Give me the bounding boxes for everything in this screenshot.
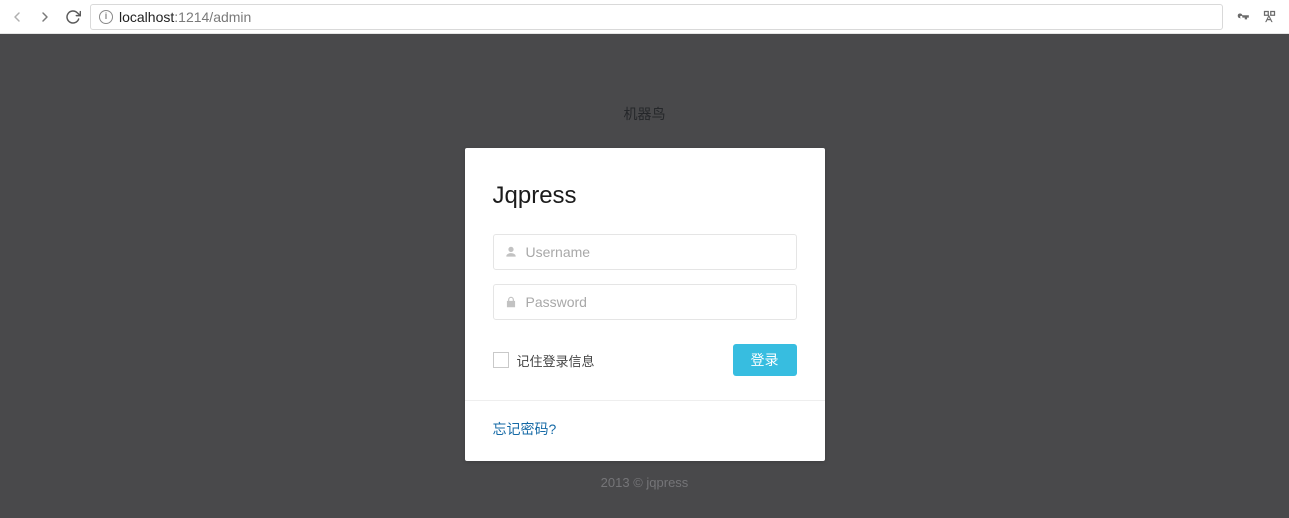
login-card: Jqpress 记住登录信息 登录 <box>465 148 825 461</box>
remember-checkbox[interactable] <box>493 352 509 368</box>
browser-chrome: i localhost:1214/admin <box>0 0 1289 34</box>
login-button[interactable]: 登录 <box>733 344 797 376</box>
back-button[interactable] <box>6 6 28 28</box>
reload-button[interactable] <box>62 6 84 28</box>
brand-title: Jqpress <box>493 182 797 210</box>
password-group <box>493 284 797 320</box>
site-title: 机器鸟 <box>624 104 666 124</box>
password-input[interactable] <box>526 294 786 310</box>
lock-icon <box>504 295 518 309</box>
remember-row[interactable]: 记住登录信息 <box>493 351 595 370</box>
forgot-password-link[interactable]: 忘记密码? <box>493 421 557 437</box>
key-icon[interactable] <box>1235 9 1251 25</box>
username-input[interactable] <box>526 244 786 260</box>
url-bar[interactable]: i localhost:1214/admin <box>90 4 1223 30</box>
forward-button[interactable] <box>34 6 56 28</box>
page-body: 机器鸟 Jqpress 记住登录信息 登录 <box>0 34 1289 518</box>
remember-label: 记住登录信息 <box>517 351 595 370</box>
translate-icon[interactable] <box>1261 9 1277 25</box>
username-group <box>493 234 797 270</box>
url-text: localhost:1214/admin <box>119 9 1214 25</box>
chrome-actions <box>1229 9 1283 25</box>
site-info-icon[interactable]: i <box>99 10 113 24</box>
copyright: 2013 © jqpress <box>601 475 689 490</box>
user-icon <box>504 245 518 259</box>
